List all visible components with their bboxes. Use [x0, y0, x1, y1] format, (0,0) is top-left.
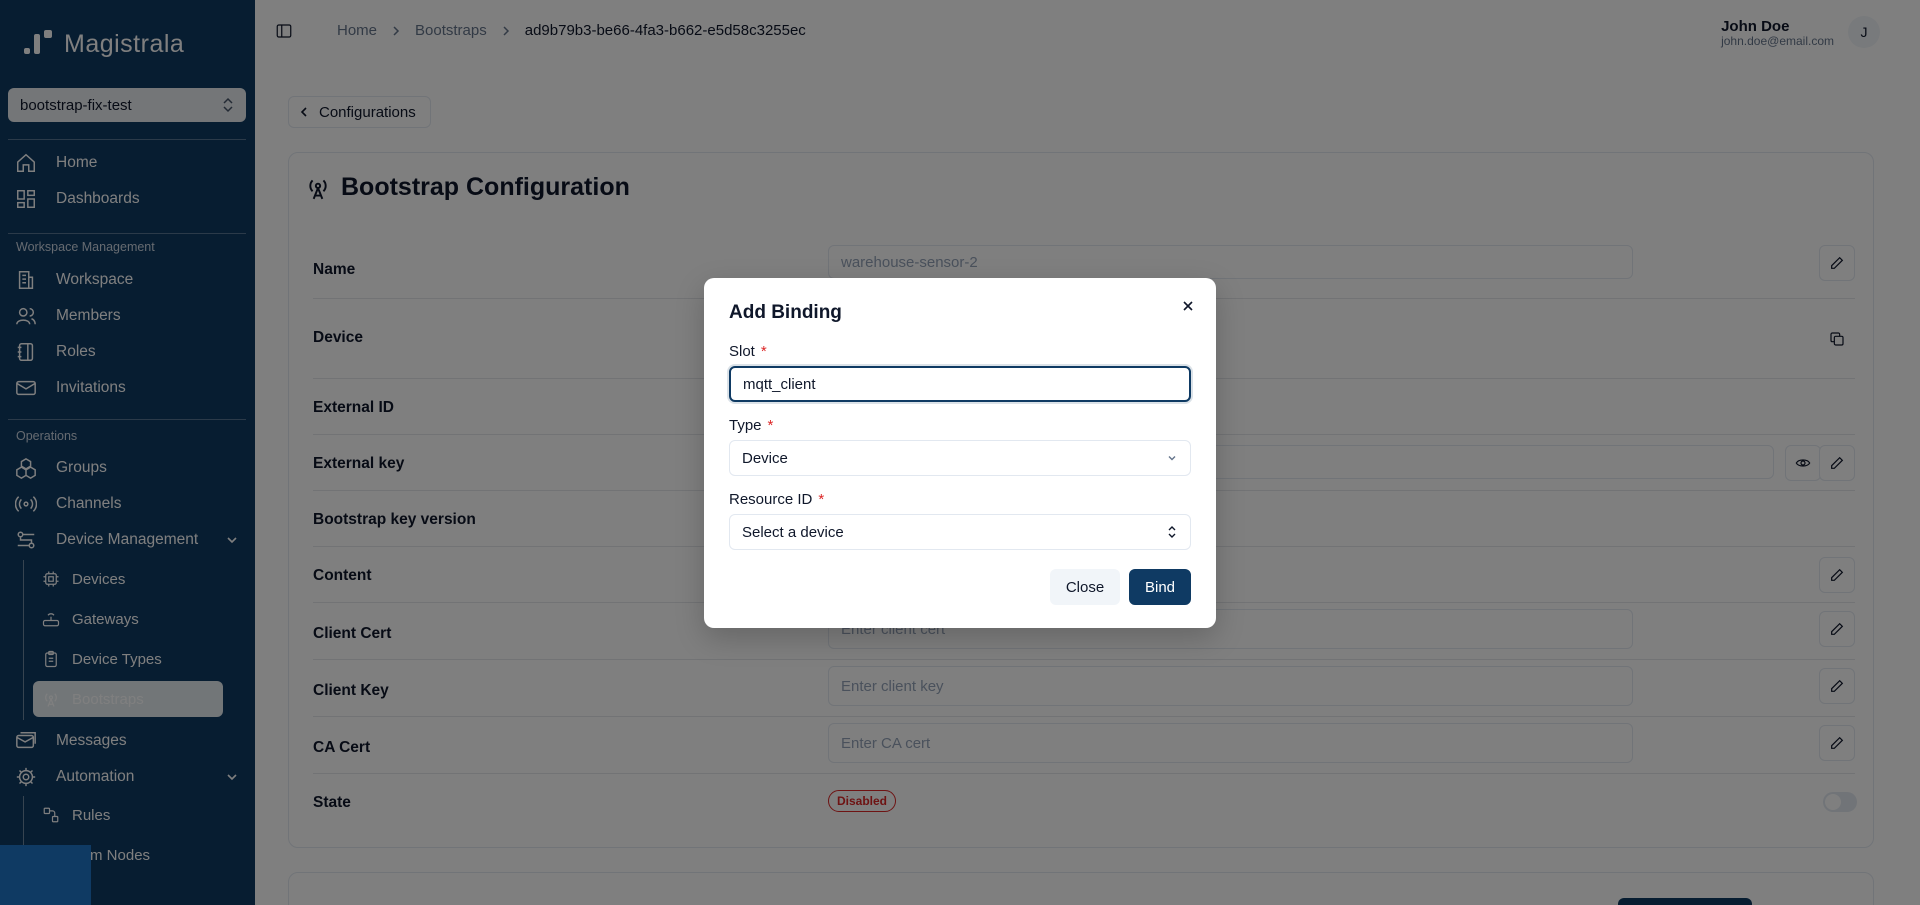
close-icon — [1183, 301, 1193, 311]
slot-label: Slot * — [729, 343, 767, 360]
slot-input-value: mqtt_client — [743, 375, 816, 393]
slot-input[interactable]: mqtt_client — [729, 366, 1191, 402]
corner-block — [0, 845, 91, 905]
required-mark: * — [760, 343, 767, 360]
type-label-text: Type — [729, 417, 762, 434]
resource-id-label-text: Resource ID — [729, 491, 813, 508]
bind-button[interactable]: Bind — [1129, 569, 1191, 605]
dialog-close-button[interactable] — [1178, 296, 1198, 316]
required-mark: * — [818, 491, 825, 508]
required-mark: * — [767, 417, 774, 434]
resource-id-placeholder: Select a device — [742, 523, 844, 541]
dialog-title: Add Binding — [729, 302, 842, 323]
add-binding-dialog: Add Binding Slot * mqtt_client Type * Devi… — [704, 278, 1216, 628]
chevron-down-icon — [1168, 456, 1176, 461]
slot-label-text: Slot — [729, 343, 755, 360]
resource-id-select[interactable]: Select a device — [729, 514, 1191, 550]
type-label: Type * — [729, 417, 773, 434]
resource-id-label: Resource ID * — [729, 491, 824, 508]
type-select-value: Device — [742, 449, 788, 467]
type-select[interactable]: Device — [729, 440, 1191, 476]
close-button[interactable]: Close — [1050, 569, 1120, 605]
chevrons-up-down-icon — [1168, 526, 1176, 538]
